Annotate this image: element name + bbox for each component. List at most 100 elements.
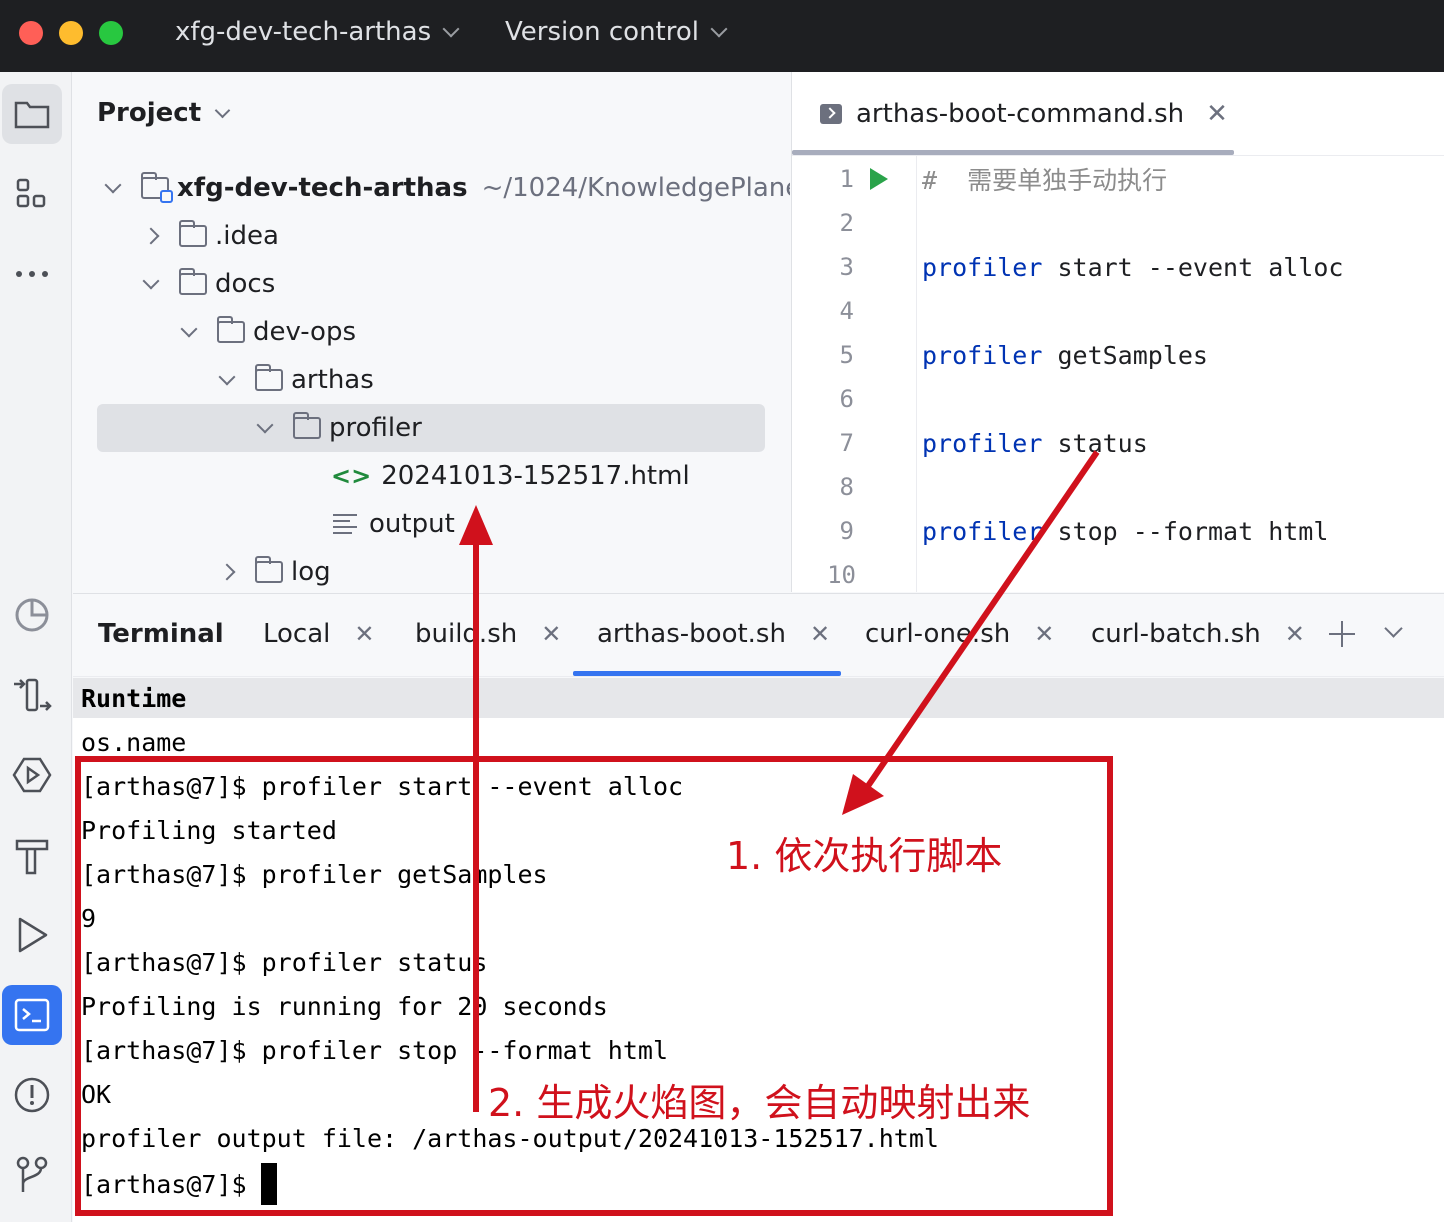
close-icon[interactable]: ✕ <box>1034 620 1054 648</box>
tree-item-profiler[interactable]: profiler <box>97 404 765 452</box>
commit-tool-button[interactable] <box>2 665 62 725</box>
run-icon <box>18 917 48 953</box>
tree-item-log[interactable]: log <box>97 548 765 592</box>
run-gutter-icon[interactable] <box>870 168 888 190</box>
terminal-tab-curl-one[interactable]: curl-one.sh ✕ <box>865 619 1054 649</box>
code-line[interactable]: 7 profiler status <box>792 421 1444 465</box>
close-icon[interactable]: ✕ <box>1285 620 1305 648</box>
code-keyword: profiler <box>922 428 1043 458</box>
minimize-window-button[interactable] <box>59 21 83 45</box>
profiler-icon <box>15 598 49 632</box>
project-panel: Project xfg-dev-tech-arthas ~/1024/Knowl… <box>73 72 790 592</box>
vcs-menu[interactable]: Version control <box>505 17 728 47</box>
chevron-down-icon <box>214 102 231 118</box>
module-folder-icon <box>141 172 173 203</box>
chevron-down-icon[interactable] <box>142 272 160 290</box>
code-comment: # 需要单独手动执行 <box>922 166 1168 195</box>
code-line[interactable]: 4 <box>792 289 1444 333</box>
structure-tool-button[interactable] <box>2 164 62 224</box>
tree-item-label: .idea <box>215 221 279 251</box>
active-tab-indicator <box>573 671 841 676</box>
terminal-tab-bar: Terminal Local ✕ build.sh ✕ arthas-boot.… <box>73 593 1444 677</box>
tree-item-dev-ops[interactable]: dev-ops <box>97 308 765 356</box>
line-number: 5 <box>839 341 854 369</box>
project-panel-header[interactable]: Project <box>97 98 231 128</box>
terminal-tab-curl-batch[interactable]: curl-batch.sh ✕ <box>1091 619 1305 649</box>
tree-item-label: log <box>291 557 331 587</box>
terminal-tool-button[interactable] <box>2 985 62 1045</box>
more-tools-button[interactable] <box>2 244 62 304</box>
terminal-tab-arthas-boot[interactable]: arthas-boot.sh ✕ <box>597 619 830 649</box>
folder-icon <box>293 412 321 439</box>
annotation-step-2: 2. 生成火焰图，会自动映射出来 <box>488 1081 1031 1125</box>
tree-item-path-hint: ~/1024/KnowledgePlanet/rc <box>481 173 790 203</box>
close-icon[interactable]: ✕ <box>541 620 561 648</box>
tree-item-docs[interactable]: docs <box>97 260 765 308</box>
line-number: 7 <box>839 429 854 457</box>
folder-icon <box>14 101 50 129</box>
close-icon[interactable]: ✕ <box>1206 99 1228 129</box>
terminal-tab-label: Local <box>263 619 331 649</box>
terminal-title: Terminal <box>98 619 224 649</box>
tree-item-output[interactable]: output <box>97 500 765 548</box>
hammer-icon <box>15 839 49 875</box>
tree-item-label: xfg-dev-tech-arthas <box>177 173 468 203</box>
chevron-down-icon[interactable] <box>256 416 274 434</box>
line-number: 9 <box>839 517 854 545</box>
terminal-icon <box>14 998 50 1032</box>
code-line[interactable]: 8 <box>792 465 1444 509</box>
run-tool-button[interactable] <box>2 905 62 965</box>
terminal-tab-build[interactable]: build.sh ✕ <box>415 619 561 649</box>
chevron-right-icon[interactable] <box>218 563 236 581</box>
tree-item-html-file[interactable]: <> 20241013-152517.html <box>97 452 765 500</box>
chevron-right-icon[interactable] <box>142 227 160 245</box>
profiler-tool-button[interactable] <box>2 585 62 645</box>
git-tool-button[interactable] <box>2 1145 62 1205</box>
editor-tab-label: arthas-boot-command.sh <box>856 99 1185 129</box>
chevron-down-icon <box>442 20 460 38</box>
text-file-icon <box>333 514 357 534</box>
code-line[interactable]: 10 <box>792 553 1444 592</box>
code-line[interactable]: 3 profiler start --event alloc <box>792 245 1444 289</box>
terminal-tab-label: arthas-boot.sh <box>597 619 786 649</box>
tool-window-strip <box>0 72 72 1222</box>
tree-item-label: 20241013-152517.html <box>381 461 690 491</box>
chevron-down-icon[interactable] <box>180 320 198 338</box>
tree-item-label: dev-ops <box>253 317 357 347</box>
close-icon[interactable]: ✕ <box>354 620 374 648</box>
annotation-step-1: 1. 依次执行脚本 <box>726 834 1003 878</box>
folder-icon <box>255 556 283 583</box>
services-tool-button[interactable] <box>2 745 62 805</box>
terminal-tab-local[interactable]: Local ✕ <box>263 619 375 649</box>
close-icon[interactable]: ✕ <box>810 620 830 648</box>
folder-icon <box>217 316 245 343</box>
tree-item-arthas[interactable]: arthas <box>97 356 765 404</box>
code-line[interactable]: 2 <box>792 201 1444 245</box>
code-keyword: profiler <box>922 252 1043 282</box>
code-line[interactable]: 6 <box>792 377 1444 421</box>
more-horizontal-icon <box>16 271 48 277</box>
line-number: 3 <box>839 253 854 281</box>
pull-requests-icon <box>14 678 52 712</box>
code-line[interactable]: 5 profiler getSamples <box>792 333 1444 377</box>
zoom-window-button[interactable] <box>99 21 123 45</box>
chevron-down-icon[interactable] <box>104 176 122 194</box>
code-line[interactable]: 9 profiler stop --format html <box>792 509 1444 553</box>
folder-icon <box>179 268 207 295</box>
tree-item-idea[interactable]: .idea <box>97 212 765 260</box>
tree-item-root-module[interactable]: xfg-dev-tech-arthas ~/1024/KnowledgePlan… <box>97 164 790 212</box>
code-line[interactable]: 1 # 需要单独手动执行 <box>792 157 1444 201</box>
chevron-down-icon[interactable] <box>1384 619 1403 638</box>
new-terminal-plus-icon[interactable] <box>1329 621 1355 647</box>
build-tool-button[interactable] <box>2 825 62 885</box>
project-switcher[interactable]: xfg-dev-tech-arthas <box>175 17 460 47</box>
chevron-down-icon[interactable] <box>218 368 236 386</box>
editor-tab-arthas-boot-command[interactable]: arthas-boot-command.sh ✕ <box>792 72 1234 156</box>
line-number: 6 <box>839 385 854 413</box>
tree-item-label: docs <box>215 269 276 299</box>
project-panel-title: Project <box>97 98 202 128</box>
close-window-button[interactable] <box>19 21 43 45</box>
chevron-down-icon <box>710 20 728 38</box>
problems-tool-button[interactable] <box>2 1065 62 1125</box>
project-tool-button[interactable] <box>2 84 62 144</box>
